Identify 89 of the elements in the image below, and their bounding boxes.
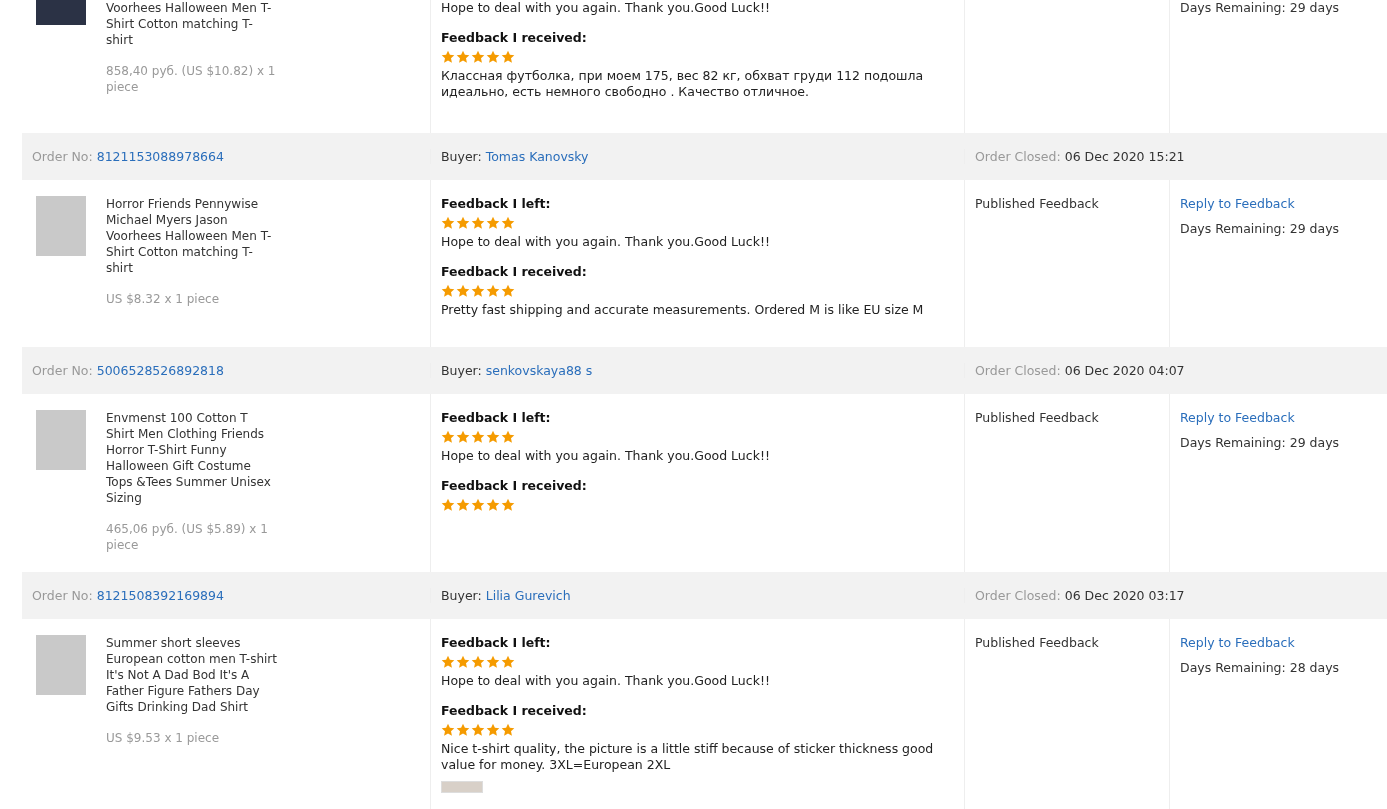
star-icon: [471, 284, 485, 298]
star-icon: [456, 498, 470, 512]
feedback-text: Hope to deal with you again. Thank you.Good Luck!!: [441, 234, 771, 250]
star-icon: [441, 655, 455, 669]
product-title: Horror Friends Pennywise Michael Myers Jason Voorhees Halloween Men T-Shirt Cotton matching T-shirt: [106, 196, 273, 276]
order-closed-label: Order Closed:: [975, 149, 1061, 164]
product-price: 465,06 руб. (US $5.89) x 1 piece: [106, 521, 269, 553]
product-price: US $9.53 x 1 piece: [106, 730, 221, 746]
feedback-status: Published Feedback: [975, 196, 1100, 211]
product-title: Summer short sleeves European cotton men T-shirt It's Not A Dad Bod It's A Father Figure Fathers Day Gifts Drinking Dad Shirt: [106, 635, 278, 715]
star-icon: [486, 216, 500, 230]
star-icon: [471, 216, 485, 230]
feedback-text: Классная футболка, при моем 175, вес 82 кг, обхват груди 112 подошла идеально, есть немного свободно . Качество отличное.: [441, 68, 925, 100]
star-icon: [486, 430, 500, 444]
feedback-text: Pretty fast shipping and accurate measurements. Ordered M is like EU size M: [441, 302, 925, 318]
feedback-text: Nice t-shirt quality, the picture is a little stiff because of sticker thickness good value for money. 3XL=European 2XL: [441, 741, 935, 773]
feedback-status: Published Feedback: [975, 635, 1100, 650]
buyer-label: Buyer:: [441, 363, 482, 378]
star-icon: [441, 284, 455, 298]
star-icon: [456, 723, 470, 737]
star-icon: [501, 216, 515, 230]
feedback-heading: Feedback I received:: [441, 30, 588, 46]
feedback-heading: Feedback I left:: [441, 635, 552, 651]
feedback-text: Hope to deal with you again. Thank you.Good Luck!!: [441, 673, 771, 689]
star-icon: [486, 723, 500, 737]
star-icon: [456, 430, 470, 444]
feedback-heading: Feedback I left:: [441, 410, 552, 426]
order-closed-date: 06 Dec 2020 04:07: [1064, 363, 1185, 378]
feedback-text: Hope to deal with you again. Thank you.Good Luck!!: [441, 0, 771, 16]
star-icon: [471, 430, 485, 444]
star-icon: [441, 430, 455, 444]
days-remaining: Days Remaining: 28 days: [1180, 660, 1341, 675]
star-icon: [456, 50, 470, 64]
feedback-text: Hope to deal with you again. Thank you.Good Luck!!: [441, 448, 771, 464]
order-number-link[interactable]: 8121508392169894: [96, 588, 224, 603]
order-closed-label: Order Closed:: [975, 363, 1061, 378]
star-icon: [501, 655, 515, 669]
photo-placeholder: [36, 0, 86, 25]
star-icon: [441, 723, 455, 737]
star-icon: [441, 498, 455, 512]
star-icon: [486, 498, 500, 512]
star-icon: [501, 723, 515, 737]
photo-placeholder: [36, 196, 86, 256]
buyer-label: Buyer:: [441, 588, 482, 603]
buyer-link[interactable]: Tomas Kanovsky: [485, 149, 589, 164]
reply-to-feedback-link[interactable]: Reply to Feedback: [1180, 196, 1387, 211]
reply-to-feedback-link[interactable]: Reply to Feedback: [1180, 410, 1387, 425]
order-closed-date: 06 Dec 2020 15:21: [1064, 149, 1185, 164]
feedback-heading: Feedback I received:: [441, 703, 588, 719]
star-icon: [471, 655, 485, 669]
order-number-link[interactable]: 8121153088978664: [96, 149, 224, 164]
star-icon: [441, 50, 455, 64]
star-icon: [501, 498, 515, 512]
days-remaining: Days Remaining: 29 days: [1180, 435, 1341, 450]
order-number-label: Order No:: [32, 363, 93, 378]
star-icon: [441, 216, 455, 230]
buyer-link[interactable]: senkovskaya88 s: [485, 363, 593, 378]
order-number-label: Order No:: [32, 149, 93, 164]
product-title: Voorhees Halloween Men T-Shirt Cotton matching T-shirt: [106, 0, 273, 48]
star-icon: [486, 50, 500, 64]
star-icon: [471, 498, 485, 512]
star-icon: [501, 284, 515, 298]
photo-placeholder: [36, 635, 86, 695]
star-icon: [456, 216, 470, 230]
star-icon: [456, 655, 470, 669]
product-price: US $8.32 x 1 piece: [106, 291, 221, 307]
days-remaining: Days Remaining: 29 days: [1180, 0, 1341, 15]
order-number-label: Order No:: [32, 588, 93, 603]
star-icon: [456, 284, 470, 298]
order-number-link[interactable]: 5006528526892818: [96, 363, 224, 378]
star-icon: [501, 430, 515, 444]
buyer-link[interactable]: Lilia Gurevich: [485, 588, 571, 603]
reply-to-feedback-link[interactable]: Reply to Feedback: [1180, 635, 1387, 650]
product-title: Envmenst 100 Cotton T Shirt Men Clothing Friends Horror T-Shirt Funny Halloween Gift Costume Tops &Tees Summer Unisex Sizing: [106, 410, 272, 506]
days-remaining: Days Remaining: 29 days: [1180, 221, 1341, 236]
star-icon: [486, 284, 500, 298]
star-icon: [501, 50, 515, 64]
star-icon: [471, 50, 485, 64]
order-closed-date: 06 Dec 2020 03:17: [1064, 588, 1185, 603]
star-icon: [486, 655, 500, 669]
order-closed-label: Order Closed:: [975, 588, 1061, 603]
feedback-heading: Feedback I received:: [441, 264, 588, 280]
feedback-status: Published Feedback: [975, 410, 1100, 425]
feedback-heading: Feedback I received:: [441, 478, 588, 494]
feedback-heading: Feedback I left:: [441, 196, 552, 212]
star-icon: [471, 723, 485, 737]
product-price: 858,40 руб. (US $10.82) x 1 piece: [106, 63, 277, 95]
buyer-label: Buyer:: [441, 149, 482, 164]
photo-placeholder: [36, 410, 86, 470]
